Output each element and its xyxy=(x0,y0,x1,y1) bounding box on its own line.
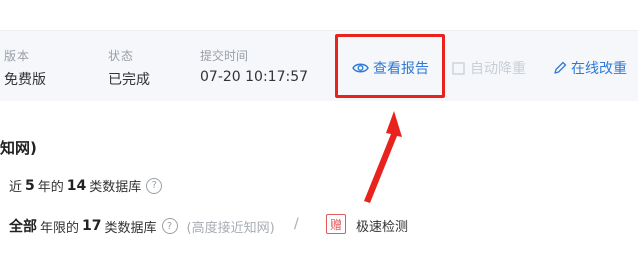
section-title: 知网) xyxy=(0,139,37,157)
top-strip xyxy=(0,0,638,31)
line2-all: 全部 xyxy=(9,219,37,235)
record-row xyxy=(0,31,638,101)
highlight-box xyxy=(335,34,445,98)
line1-count: 14 xyxy=(66,177,87,194)
pointer-arrow-icon xyxy=(364,111,402,203)
help-icon[interactable]: ? xyxy=(146,177,163,194)
submit-time-header: 提交时间 xyxy=(200,49,249,63)
online-edit-label: 在线改重 xyxy=(571,61,627,77)
version-header: 版本 xyxy=(4,49,31,63)
online-edit-button[interactable]: 在线改重 xyxy=(553,58,627,78)
line1-years: 5 xyxy=(25,177,35,194)
database-option-5y: 近 5 年的 14 类数据库 ? xyxy=(9,176,163,195)
status-value: 已完成 xyxy=(108,72,150,88)
pencil-icon xyxy=(553,61,567,75)
fast-check-label: 极速检测 xyxy=(356,220,409,235)
status-header: 状态 xyxy=(108,49,135,63)
auto-reduce-button[interactable]: 自动降重 xyxy=(452,58,526,78)
line2-count: 17 xyxy=(82,218,102,234)
line1-prefix: 近 xyxy=(9,180,23,195)
version-value: 免费版 xyxy=(4,72,46,88)
line2-note: (高度接近知网) xyxy=(186,220,275,236)
line2-suffix: 类数据库 xyxy=(104,220,157,236)
line1-suffix: 类数据库 xyxy=(89,180,142,195)
gift-badge: 赠 xyxy=(326,214,346,234)
help-icon[interactable]: ? xyxy=(161,218,178,234)
line1-mid: 年的 xyxy=(37,180,64,195)
database-option-all: 全部 年限的 17 类数据库 ? (高度接近知网) xyxy=(9,216,275,236)
line2-mid: 年限的 xyxy=(40,220,80,236)
auto-reduce-icon xyxy=(452,61,466,75)
separator: / xyxy=(294,216,299,232)
auto-reduce-label: 自动降重 xyxy=(470,61,526,77)
submit-time-value: 07-20 10:17:57 xyxy=(200,69,309,85)
